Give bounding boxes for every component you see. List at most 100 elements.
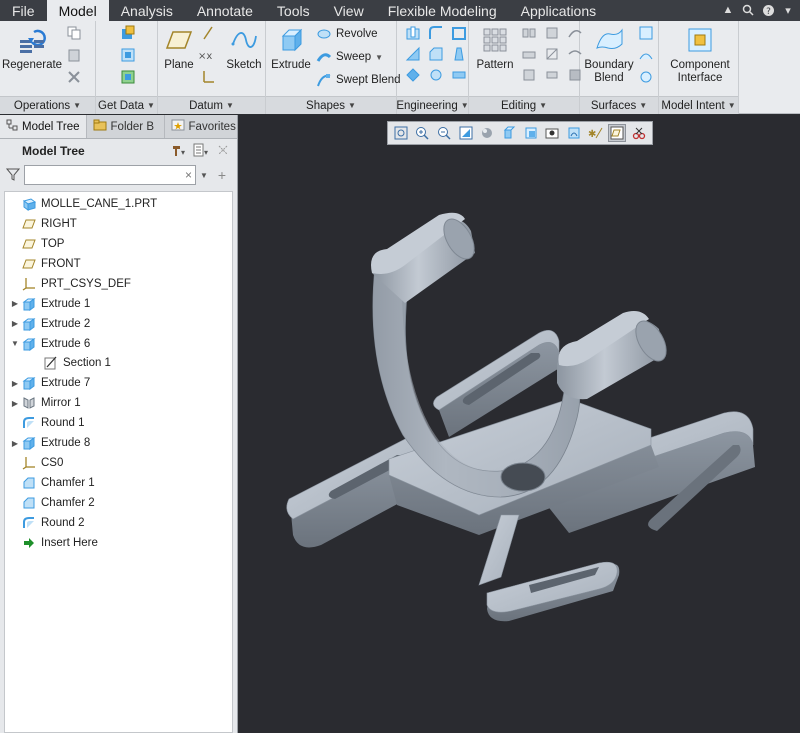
coordinate-system-icon[interactable] bbox=[200, 69, 216, 85]
group-engineering-label[interactable]: Engineering ▼ bbox=[396, 96, 469, 114]
menu-analysis[interactable]: Analysis bbox=[109, 0, 185, 21]
revolve-button[interactable]: Revolve bbox=[316, 26, 378, 42]
tree-item[interactable]: ▶ Extrude 8 bbox=[5, 433, 232, 453]
swept-blend-button[interactable]: Swept Blend bbox=[316, 72, 401, 88]
sweep-dropdown-icon[interactable]: ▼ bbox=[375, 53, 383, 62]
shell-icon[interactable] bbox=[451, 25, 467, 41]
tab-model-tree-label: Model Tree bbox=[22, 120, 80, 133]
tree-item[interactable]: ▶ Mirror 1 bbox=[5, 393, 232, 413]
clear-search-icon[interactable]: × bbox=[185, 168, 192, 182]
tree-item[interactable]: Chamfer 1 bbox=[5, 473, 232, 493]
boundary-blend-button[interactable]: Boundary Blend bbox=[582, 25, 636, 85]
axis-icon[interactable] bbox=[200, 25, 216, 41]
component-interface-icon bbox=[685, 25, 715, 55]
tree-item[interactable]: ▶ Extrude 7 bbox=[5, 373, 232, 393]
section-icon bbox=[43, 355, 59, 371]
fill-icon[interactable] bbox=[638, 25, 654, 41]
graphics-window[interactable]: ✱ bbox=[239, 115, 800, 733]
sketch-button[interactable]: Sketch bbox=[224, 25, 264, 72]
add-filter-icon[interactable]: + bbox=[218, 167, 226, 183]
tree-item[interactable]: FRONT bbox=[5, 254, 232, 274]
tree-item[interactable]: Chamfer 2 bbox=[5, 493, 232, 513]
tree-item[interactable]: ▼ Extrude 6 bbox=[5, 334, 232, 354]
tab-folder-browser[interactable]: Folder B bbox=[87, 115, 165, 138]
menu-view[interactable]: View bbox=[322, 0, 376, 21]
cosmetic-icon[interactable] bbox=[405, 67, 421, 83]
extend-icon[interactable] bbox=[544, 25, 560, 41]
group-shapes-label[interactable]: Shapes ▼ bbox=[266, 96, 396, 114]
tree-item[interactable]: Section 1 bbox=[5, 354, 232, 374]
freestyle-icon[interactable] bbox=[638, 69, 654, 85]
tree-item-label: Insert Here bbox=[41, 536, 98, 549]
tree-item[interactable]: Round 2 bbox=[5, 513, 232, 533]
ribbon-collapse-icon[interactable]: ▲ bbox=[720, 2, 736, 18]
group-editing-label[interactable]: Editing ▼ bbox=[469, 96, 579, 114]
project-icon[interactable] bbox=[521, 67, 537, 83]
tree-item[interactable]: Insert Here bbox=[5, 533, 232, 553]
chamfer-icon[interactable] bbox=[428, 46, 444, 62]
user-defined-feature-icon[interactable] bbox=[120, 25, 136, 41]
tree-settings-icon[interactable]: ▾ bbox=[171, 143, 187, 160]
hole-icon[interactable] bbox=[405, 25, 421, 41]
menu-flexible-modeling[interactable]: Flexible Modeling bbox=[376, 0, 509, 21]
copy-geometry-icon[interactable] bbox=[120, 47, 136, 63]
tab-favorites[interactable]: Favorites bbox=[165, 115, 237, 138]
options-icon[interactable]: ▾ bbox=[780, 2, 796, 18]
collapse-icon[interactable]: ▼ bbox=[9, 339, 21, 348]
thicken-icon[interactable] bbox=[544, 67, 560, 83]
draft-icon[interactable] bbox=[451, 46, 467, 62]
trim-icon[interactable] bbox=[544, 46, 560, 62]
delete-icon[interactable] bbox=[66, 69, 82, 85]
sweep-button[interactable]: Sweep ▼ bbox=[316, 49, 383, 65]
component-interface-button[interactable]: Component Interface bbox=[663, 25, 737, 85]
expand-icon[interactable]: ▶ bbox=[9, 399, 21, 408]
menu-file[interactable]: File bbox=[0, 0, 47, 21]
tree-item[interactable]: Round 1 bbox=[5, 413, 232, 433]
rib-icon[interactable] bbox=[405, 46, 421, 62]
expand-icon[interactable]: ▶ bbox=[9, 439, 21, 448]
group-shapes: Extrude Revolve Sweep ▼ Swept Blend Shap… bbox=[266, 21, 401, 114]
filter-settings-icon[interactable] bbox=[217, 144, 229, 159]
search-dropdown-icon[interactable]: ▼ bbox=[200, 171, 208, 180]
tree-item[interactable]: MOLLE_CANE_1.PRT bbox=[5, 194, 232, 214]
mirror-icon[interactable] bbox=[521, 25, 537, 41]
regenerate-button[interactable]: Regenerate bbox=[2, 25, 62, 72]
group-operations-label[interactable]: Operations ▼ bbox=[0, 96, 95, 114]
group-get-data-label[interactable]: Get Data ▼ bbox=[96, 96, 157, 114]
menu-applications[interactable]: Applications bbox=[509, 0, 609, 21]
tree-item[interactable]: ▶ Extrude 1 bbox=[5, 294, 232, 314]
group-surfaces-label[interactable]: Surfaces ▼ bbox=[580, 96, 658, 114]
tree-item[interactable]: ▶ Extrude 2 bbox=[5, 314, 232, 334]
tree-item[interactable]: RIGHT bbox=[5, 214, 232, 234]
swept-blend-label: Swept Blend bbox=[336, 74, 401, 86]
group-datum-label[interactable]: Datum ▼ bbox=[158, 96, 265, 114]
search-icon[interactable] bbox=[740, 2, 756, 18]
tree-search-input[interactable] bbox=[25, 166, 195, 184]
filter-icon[interactable] bbox=[5, 167, 21, 184]
expand-icon[interactable]: ▶ bbox=[9, 299, 21, 308]
tab-model-tree[interactable]: Model Tree bbox=[0, 115, 87, 138]
merge-icon[interactable] bbox=[521, 46, 537, 62]
show-icon[interactable]: ▾ bbox=[193, 143, 211, 160]
pattern-button[interactable]: Pattern bbox=[473, 25, 517, 72]
shrinkwrap-icon[interactable] bbox=[120, 69, 136, 85]
tree-item[interactable]: TOP bbox=[5, 234, 232, 254]
tree-item[interactable]: CS0 bbox=[5, 453, 232, 473]
extrude-button[interactable]: Extrude bbox=[270, 25, 312, 72]
round-icon[interactable] bbox=[428, 25, 444, 41]
plane-button[interactable]: Plane bbox=[160, 25, 198, 72]
expand-icon[interactable]: ▶ bbox=[9, 379, 21, 388]
toroidal-bend-icon[interactable] bbox=[428, 67, 444, 83]
point-icon[interactable]: ×x bbox=[198, 47, 214, 63]
copy-icon[interactable] bbox=[66, 25, 82, 41]
menu-tools[interactable]: Tools bbox=[265, 0, 322, 21]
tree-item[interactable]: PRT_CSYS_DEF bbox=[5, 274, 232, 294]
paste-icon[interactable] bbox=[66, 47, 82, 63]
help-icon[interactable]: ? bbox=[760, 2, 776, 18]
menu-annotate[interactable]: Annotate bbox=[185, 0, 265, 21]
style-icon[interactable] bbox=[638, 47, 654, 63]
expand-icon[interactable]: ▶ bbox=[9, 319, 21, 328]
group-model-intent-label[interactable]: Model Intent ▼ bbox=[659, 96, 738, 114]
menu-model[interactable]: Model bbox=[46, 0, 109, 21]
spinal-bend-icon[interactable] bbox=[451, 67, 467, 83]
